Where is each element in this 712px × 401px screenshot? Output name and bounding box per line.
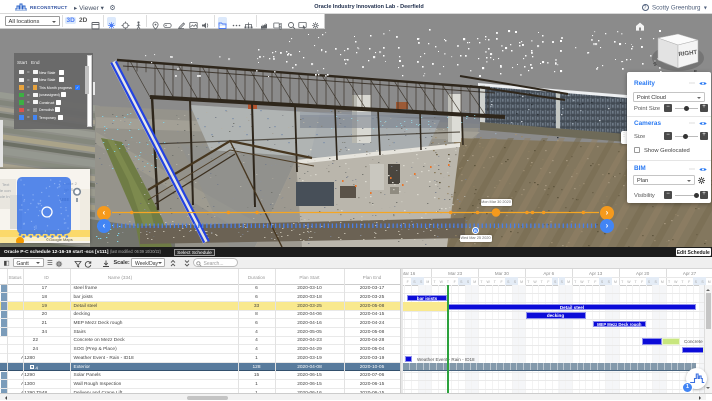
svg-text:cle In: cle In bbox=[0, 194, 10, 199]
svg-text:BIM: BIM bbox=[261, 27, 265, 29]
svg-text:©Google Maps: ©Google Maps bbox=[46, 237, 73, 242]
svg-text:Text: Text bbox=[2, 182, 10, 187]
svg-text:le con: le con bbox=[0, 188, 11, 193]
